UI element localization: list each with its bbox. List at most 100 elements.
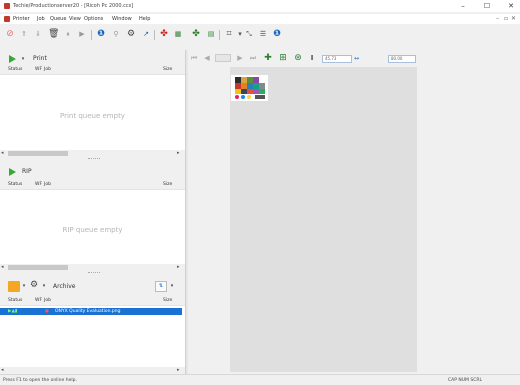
menu-job[interactable]: Job xyxy=(37,16,45,22)
column-job[interactable]: Job xyxy=(44,182,51,187)
splitter-grip[interactable] xyxy=(88,272,100,275)
viewer-toolbar: ⏮ ◀ ▶ ⏭ ✚ ⊞ ⊛ Ⅰ xyxy=(185,52,520,66)
scroll-right-icon[interactable]: ▸ xyxy=(177,150,180,157)
properties-icon[interactable]: ⚲ xyxy=(111,29,121,40)
vertical-splitter[interactable] xyxy=(185,50,188,375)
print-column-header: Status WF Job Size xyxy=(0,66,185,74)
width-field[interactable]: 80.00 xyxy=(388,55,416,63)
print-dropdown-button[interactable]: ▾ xyxy=(19,54,27,64)
column-wf[interactable]: WF xyxy=(35,182,42,187)
sort-icon[interactable]: ⇅ xyxy=(155,281,167,292)
job-name: ONYX Quality Evaluation.png xyxy=(55,309,121,314)
image-thumbnail[interactable] xyxy=(231,75,268,101)
mdi-restore-button[interactable]: ▫ xyxy=(504,15,508,22)
menu-view[interactable]: View xyxy=(69,16,81,22)
export-icon[interactable]: ↗ xyxy=(141,29,151,40)
column-status[interactable]: Status xyxy=(8,182,22,187)
print-start-button[interactable] xyxy=(8,54,18,64)
document-icon xyxy=(4,16,10,22)
archive-horizontal-scrollbar[interactable]: ◂ ▸ xyxy=(0,367,185,374)
page-field[interactable] xyxy=(215,54,231,62)
maximize-button[interactable]: ☐ xyxy=(482,2,492,11)
menu-window[interactable]: Window xyxy=(112,16,132,22)
column-size[interactable]: Size xyxy=(163,67,172,72)
delete-icon[interactable]: 🗑 xyxy=(48,29,59,40)
print-panel-header: ▾ Print xyxy=(0,52,185,66)
scrollbar-thumb[interactable] xyxy=(8,151,68,156)
rip-horizontal-scrollbar[interactable]: ◂ ▸ xyxy=(0,264,185,271)
menu-help[interactable]: Help xyxy=(139,16,150,22)
last-page-icon[interactable]: ⏭ xyxy=(248,53,258,64)
mdi-close-button[interactable]: ✕ xyxy=(511,15,516,22)
chart-icon[interactable]: ▤ xyxy=(206,29,216,40)
window-title: Techie/Productionserver20 - [Ricoh Pc 20… xyxy=(13,3,134,9)
menu-bar: Printer Job Queue View Options Window He… xyxy=(0,14,520,24)
text-cursor-icon[interactable]: Ⅰ xyxy=(307,53,317,64)
print-horizontal-scrollbar[interactable]: ◂ ▸ xyxy=(0,150,185,157)
sort-dropdown-button[interactable]: ▾ xyxy=(168,281,176,291)
scroll-left-icon[interactable]: ◂ xyxy=(1,367,4,374)
play-icon xyxy=(9,54,16,63)
pause-icon[interactable]: ⏸ xyxy=(63,29,73,40)
archive-panel-label: Archive xyxy=(53,283,76,290)
print-empty-text: Print queue empty xyxy=(60,112,125,120)
scroll-left-icon[interactable]: ◂ xyxy=(1,264,4,271)
folder-icon[interactable] xyxy=(8,281,20,292)
zoom-in-icon[interactable]: ✚ xyxy=(263,53,273,64)
column-status[interactable]: Status xyxy=(8,67,22,72)
move-up-icon[interactable]: ⇑ xyxy=(19,29,29,40)
crop-icon[interactable]: ⌗ xyxy=(224,29,234,40)
fit-width-icon[interactable]: ⊛ xyxy=(293,53,303,64)
resize-icon[interactable]: ⤡ xyxy=(244,29,254,40)
gear-icon[interactable]: ⚙ xyxy=(30,280,38,290)
job-type-icon: ● xyxy=(45,309,49,314)
color-tool-icon[interactable]: ✤ xyxy=(191,29,201,40)
previous-page-icon[interactable]: ◀ xyxy=(202,53,212,64)
status-help-text: Press F1 to open the online help. xyxy=(3,378,77,383)
gear-dropdown-button[interactable]: ▾ xyxy=(40,281,48,291)
column-size[interactable]: Size xyxy=(163,298,172,303)
column-size[interactable]: Size xyxy=(163,182,172,187)
scroll-right-icon[interactable]: ▸ xyxy=(177,367,180,374)
menu-printer[interactable]: Printer xyxy=(13,16,30,22)
zoom-field[interactable]: 45.73 xyxy=(322,55,352,63)
column-wf[interactable]: WF xyxy=(35,298,42,303)
scroll-right-icon[interactable]: ▸ xyxy=(177,264,180,271)
mdi-minimize-button[interactable]: – xyxy=(496,15,499,22)
preview-area[interactable] xyxy=(230,67,417,372)
color-palette-icon[interactable]: ✤ xyxy=(159,29,169,40)
column-status[interactable]: Status xyxy=(8,298,22,303)
table-row[interactable]: ▶▲▮ ● ONYX Quality Evaluation.png xyxy=(0,308,182,315)
rip-column-header: Status WF Job Size xyxy=(0,181,185,189)
help-icon[interactable]: ❶ xyxy=(272,29,282,40)
app-icon xyxy=(4,3,10,9)
toolbar-separator xyxy=(219,30,220,40)
splitter-grip[interactable] xyxy=(88,158,100,161)
column-job[interactable]: Job xyxy=(44,67,51,72)
stop-icon[interactable]: ⊘ xyxy=(5,29,15,40)
column-job[interactable]: Job xyxy=(44,298,51,303)
settings-icon[interactable]: ⚙ xyxy=(126,29,136,40)
first-page-icon[interactable]: ⏮ xyxy=(189,53,199,64)
status-indicators: CAP NUM SCRL xyxy=(448,378,482,383)
info-icon[interactable]: ❶ xyxy=(96,29,106,40)
scrollbar-thumb[interactable] xyxy=(8,265,68,270)
list-icon[interactable]: ☰ xyxy=(258,29,268,40)
rip-start-button[interactable] xyxy=(8,167,18,177)
column-wf[interactable]: WF xyxy=(35,67,42,72)
menu-queue[interactable]: Queue xyxy=(50,16,66,22)
next-page-icon[interactable]: ▶ xyxy=(235,53,245,64)
status-bar: Press F1 to open the online help. CAP NU… xyxy=(0,374,520,385)
play-icon[interactable]: ▶ xyxy=(77,29,87,40)
toolbar-separator xyxy=(154,30,155,40)
folder-dropdown-button[interactable]: ▾ xyxy=(20,281,28,291)
layout-icon[interactable]: ▦ xyxy=(173,29,183,40)
width-arrow-icon: ↔ xyxy=(354,55,360,62)
print-panel-label: Print xyxy=(33,55,47,62)
minimize-button[interactable]: – xyxy=(458,2,468,11)
move-down-icon[interactable]: ⇓ xyxy=(33,29,43,40)
fit-page-icon[interactable]: ⊞ xyxy=(278,53,288,64)
menu-options[interactable]: Options xyxy=(84,16,103,22)
scroll-left-icon[interactable]: ◂ xyxy=(1,150,4,157)
close-button[interactable]: ✕ xyxy=(506,2,516,11)
